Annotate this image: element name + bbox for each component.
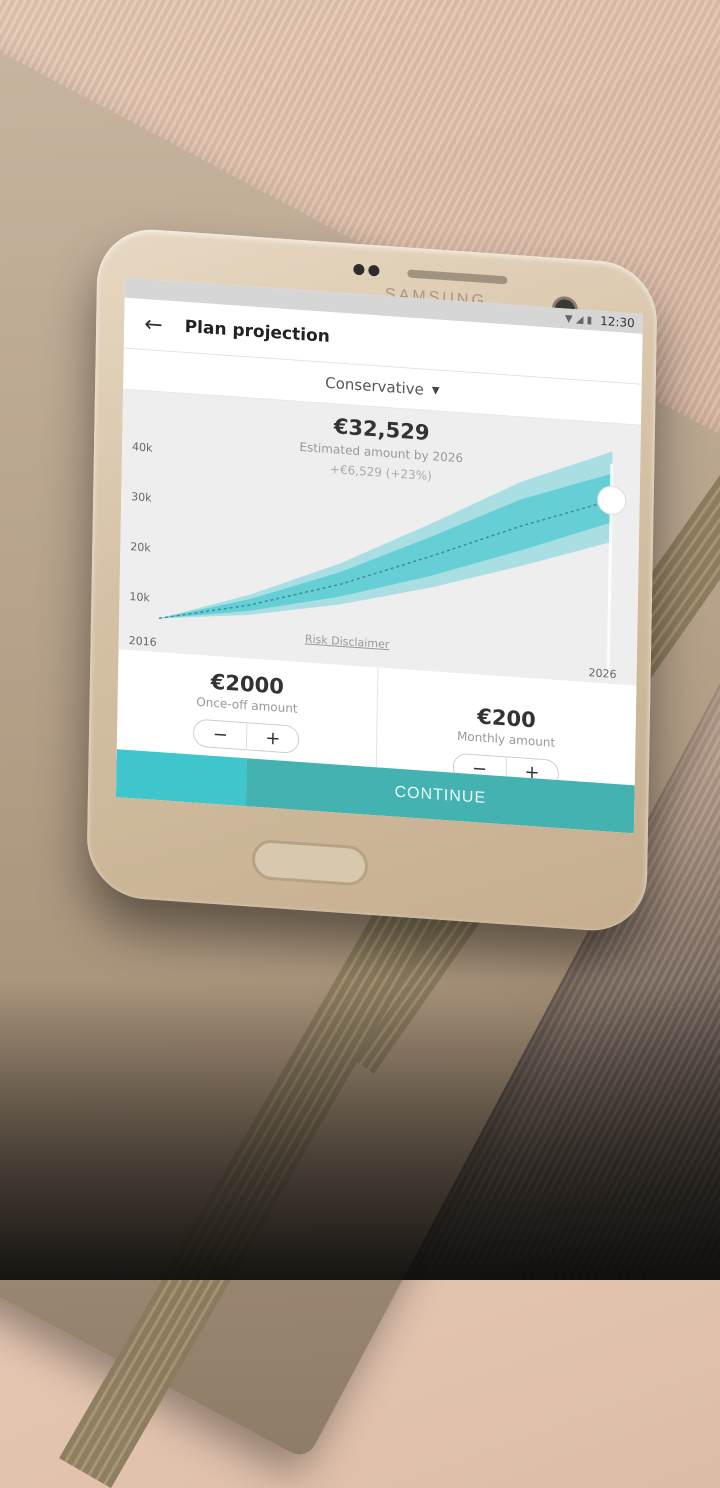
caret-down-icon: ▼ <box>431 384 440 397</box>
front-sensors <box>353 260 387 277</box>
earpiece-speaker <box>407 269 508 285</box>
status-time: 12:30 <box>600 313 635 331</box>
smartphone: SAMSUNG ▼ ◢ ▮ 12:30 ← Plan projection Co… <box>86 225 658 935</box>
signal-icons: ▼ ◢ ▮ <box>564 312 593 326</box>
arrow-left-icon[interactable]: ← <box>144 312 163 338</box>
y-tick-label: 30k <box>131 490 152 505</box>
monthly-amount-value: €200 <box>477 704 536 733</box>
page-title: Plan projection <box>184 316 330 348</box>
once-off-decrease-button[interactable]: − <box>194 719 247 750</box>
phone-screen: ▼ ◢ ▮ 12:30 ← Plan projection Conservati… <box>115 277 643 834</box>
once-off-amount-value: €2000 <box>210 669 285 699</box>
risk-profile-value: Conservative <box>325 373 424 399</box>
bottom-shadow <box>0 980 720 1280</box>
once-off-increase-button[interactable]: + <box>246 723 299 753</box>
projection-chart: €32,529 Estimated amount by 2026 +€6,529… <box>118 389 641 688</box>
y-tick-label: 10k <box>129 590 150 605</box>
home-button[interactable] <box>251 838 369 887</box>
continue-accent-strip <box>115 749 247 807</box>
x-tick-label: 2016 <box>128 634 157 649</box>
x-tick-label: 2026 <box>588 666 617 682</box>
monthly-amount-label: Monthly amount <box>456 728 556 750</box>
y-tick-label: 40k <box>131 440 153 455</box>
y-tick-label: 20k <box>130 540 151 555</box>
once-off-stepper: − + <box>193 718 300 754</box>
